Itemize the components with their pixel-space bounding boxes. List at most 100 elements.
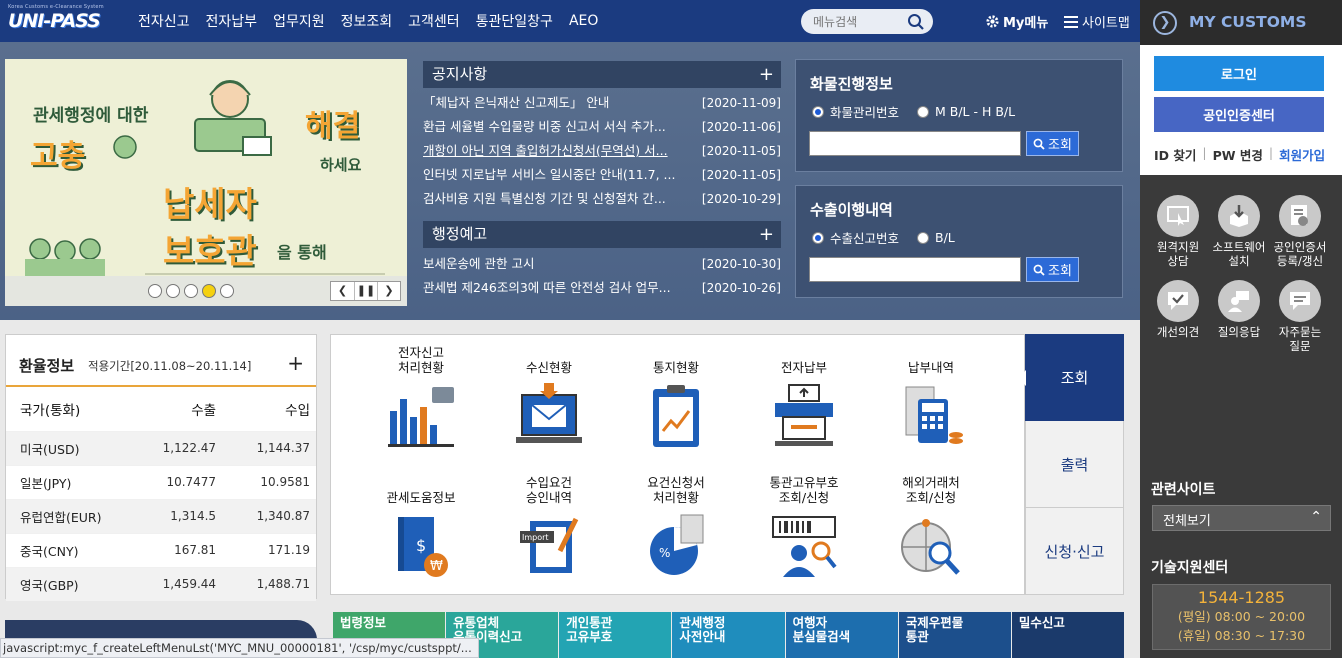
rate-import: 1,488.71 [222,566,316,601]
banner-controls: ❮ ❚❚ ❯ [5,276,407,306]
shortcut-certificate[interactable]: 공인인증서 등록/갱신 [1268,195,1332,268]
cargo-progress-box: 화물진행정보 화물관리번호 M B/L - H B/L 조회 [795,59,1123,172]
service-epayment[interactable]: 전자납부 [749,343,859,454]
quick-link-lost-items[interactable]: 여행자 분실물검색 [785,612,898,658]
notice-item[interactable]: 「체납자 은닉재산 신고제도」 안내 [2020-11-09] [423,91,781,115]
service-notice-status[interactable]: 통지현황 [621,343,731,454]
pause-icon[interactable]: ❚❚ [354,282,377,300]
radio-checked-icon [812,231,824,244]
join-link[interactable]: 회원가입 [1279,145,1325,164]
tech-support-title: 기술지원센터 [1151,560,1229,576]
cargo-search-button[interactable]: 조회 [1026,131,1079,156]
tab-print[interactable]: 출력 [1025,421,1124,508]
id-find-link[interactable]: ID 찾기 [1154,145,1196,164]
sitemap-link[interactable]: 사이트맵 [1064,12,1130,31]
service-customs-code[interactable]: 통관고유부호 조회/신청 [749,473,859,584]
nav-item-work-support[interactable]: 업무지원 [273,11,325,31]
service-requirement-application[interactable]: 요건신청서 처리현황 % [621,473,731,584]
notice-item-date: [2020-11-06] [701,120,781,134]
banner-dot[interactable] [166,284,180,298]
nav-item-single-window[interactable]: 통관단일창구 [476,11,553,31]
admin-notice-more-plus-icon[interactable]: + [759,221,774,248]
faq-bubble-icon [1279,280,1321,322]
banner-dot[interactable] [184,284,198,298]
exchange-rate-table: 국가(통화) 수출 수입 미국(USD) 1,122.47 1,144.37 일본(… [6,387,316,601]
service-import-requirement[interactable]: 수입요건 승인내역 Import [494,473,604,584]
quick-link-smuggling-report[interactable]: 밀수신고 [1011,612,1124,658]
search-icon [1033,264,1045,276]
nav-item-edeclaration[interactable]: 전자신고 [138,11,190,31]
export-radio-decl-no[interactable]: 수출신고번호 [812,228,899,247]
quick-link-intl-mail[interactable]: 국제우편물 통관 [898,612,1011,658]
banner-dot-active[interactable] [202,284,216,298]
cargo-number-input[interactable] [809,131,1021,156]
exchange-rate-more-plus-icon[interactable]: + [287,351,304,375]
export-search-button[interactable]: 조회 [1026,257,1079,282]
promo-banner[interactable]: 관세행정에 대한 고충 해결 하세요 납세자 보호관 을 통해 ❮ ❚❚ ❯ [5,59,407,306]
banner-line1: 관세행정에 대한 [33,106,149,126]
rate-country: 영국(GBP) [6,566,129,601]
banner-big1: 납세자 [163,185,257,225]
admin-notice-item-date: [2020-10-26] [701,281,781,295]
export-radio-bl[interactable]: B/L [917,228,955,247]
tab-lookup[interactable]: 조회 [1018,334,1124,421]
unipass-logo[interactable]: Korea Customs e-Clearance System UNI-PAS… [8,4,108,38]
cert-center-button[interactable]: 공인인증센터 [1154,97,1324,132]
related-sites-title: 관련사이트 [1151,482,1216,498]
chevron-right-icon[interactable]: ❯ [1153,11,1177,35]
banner-dot[interactable] [148,284,162,298]
nav-item-info-lookup[interactable]: 정보조회 [341,11,393,31]
shortcut-improvement[interactable]: 개선의견 [1146,280,1210,339]
service-payment-history[interactable]: 납부내역 [876,343,986,454]
rate-export: 10.7477 [128,464,223,499]
service-receipt-status[interactable]: 수신현황 [494,343,604,454]
nav-item-customer-center[interactable]: 고객센터 [408,11,460,31]
notice-item[interactable]: 환급 세율별 수입물량 비중 신고서 서식 추가... [2020-11-06] [423,115,781,139]
notice-more-plus-icon[interactable]: + [759,61,774,88]
notice-item[interactable]: 인터넷 지로납부 서비스 일시중단 안내(11.7, ... [2020-11-0… [423,163,781,187]
notice-item[interactable]: 검사비용 지원 특별신청 기간 및 신청절차 간... [2020-10-29] [423,187,781,211]
login-button[interactable]: 로그인 [1154,56,1324,91]
svg-text:$: $ [416,536,426,555]
service-label: 전자납부 [780,360,827,375]
service-category-tabs: 조회 출력 신청·신고 [1018,334,1124,595]
bar-chart-icon [388,387,454,447]
shortcut-faq[interactable]: 자주묻는 질문 [1268,280,1332,353]
rate-import: 1,340.87 [222,498,316,533]
service-label: 관세도움정보 [386,490,456,505]
menu-search-input[interactable] [813,12,903,31]
cargo-radio-bl[interactable]: M B/L - H B/L [917,102,1015,121]
admin-notice-item[interactable]: 보세운송에 관한 고시 [2020-10-30] [423,252,781,276]
pw-change-link[interactable]: PW 변경 [1213,145,1263,164]
shortcut-software-install[interactable]: 소프트웨어 설치 [1207,195,1271,268]
column-header-country: 국가(통화) [20,402,81,419]
main-nav: 전자신고 전자납부 업무지원 정보조회 고객센터 통관단일창구 AEO [138,0,598,42]
chevron-right-icon[interactable]: ❯ [377,282,400,300]
cargo-radio-mgmt-no[interactable]: 화물관리번호 [812,102,899,121]
service-customs-help[interactable]: 관세도움정보 $ ₩ [366,473,476,584]
admin-notice-item[interactable]: 관세법 제246조의3에 따른 안전성 검사 업무... [2020-10-26] [423,276,781,300]
quick-link-advance-guide[interactable]: 관세행정 사전안내 [672,612,785,658]
notice-item-date: [2020-11-09] [701,96,781,110]
notice-item[interactable]: 개항이 아닌 지역 출입허가신청서(무역선) 서... [2020-11-05] [423,139,781,163]
related-sites-select[interactable]: 전체보기 ⌃ [1152,505,1331,531]
nav-item-aeo[interactable]: AEO [569,13,598,29]
cargo-title: 화물진행정보 [810,75,893,93]
shortcut-qna[interactable]: 질의응답 [1207,280,1271,339]
mymenu-link[interactable]: My메뉴 [985,12,1048,31]
tab-apply-declare[interactable]: 신청·신고 [1025,508,1124,595]
radio-label: 수출신고번호 [830,231,900,246]
shortcut-remote-support[interactable]: 원격지원 상담 [1146,195,1210,268]
chevron-left-icon[interactable]: ❮ [331,282,354,300]
export-number-input[interactable] [809,257,1021,282]
shortcut-label: 질의응답 [1217,325,1261,339]
search-icon[interactable] [907,13,925,31]
banner-dot[interactable] [220,284,234,298]
service-edeclaration-status[interactable]: 전자신고 처리현황 [366,343,476,454]
nav-item-epayment[interactable]: 전자납부 [206,11,258,31]
service-overseas-partner[interactable]: 해외거래처 조회/신청 [876,473,986,584]
email-monitor-icon [516,383,582,443]
table-row: 유럽연합(EUR) 1,314.5 1,340.87 [6,498,316,533]
quick-link-personal-code[interactable]: 개인통관 고유부호 [559,612,672,658]
exchange-rate-title: 환율정보 [19,357,75,375]
